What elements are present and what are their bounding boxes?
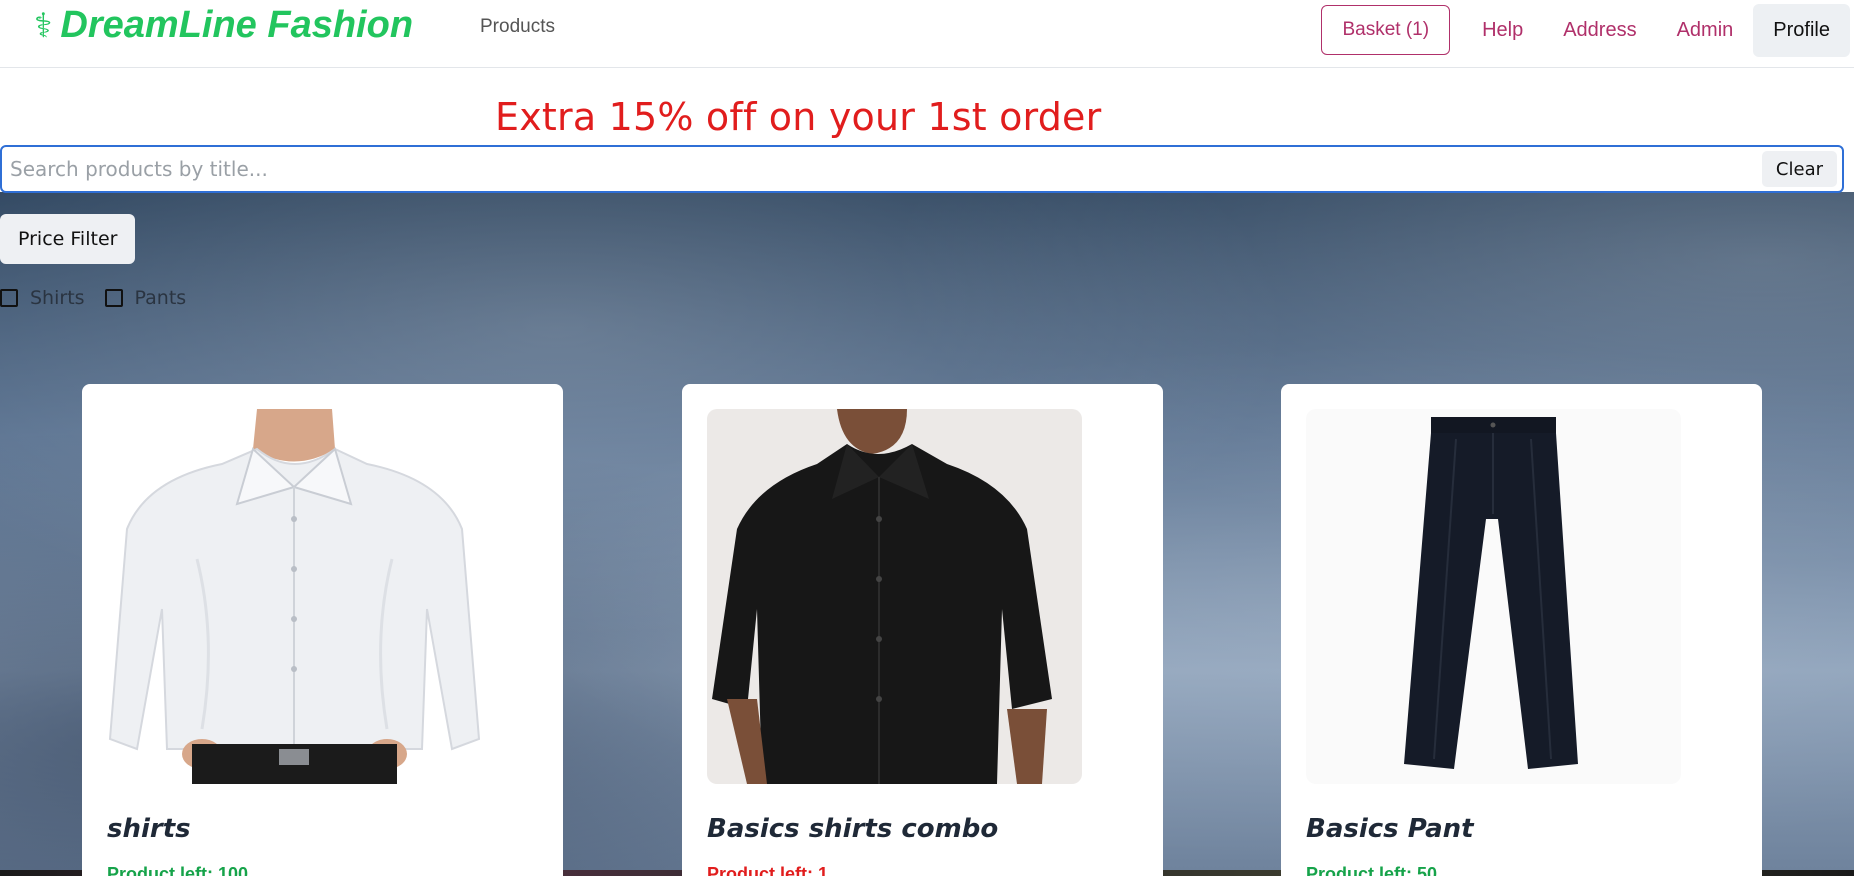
checkbox[interactable]: [0, 289, 18, 307]
product-image-black-shirt[interactable]: [707, 409, 1082, 784]
product-stock: Product left: 50: [1306, 864, 1438, 876]
nav-products-link[interactable]: Products: [480, 16, 555, 38]
price-filter-button[interactable]: Price Filter: [0, 214, 136, 264]
product-title[interactable]: Basics Pant: [1306, 814, 1474, 844]
nav-admin-link[interactable]: Admin: [1657, 5, 1754, 55]
product-title[interactable]: Basics shirts combo: [707, 814, 998, 844]
right-nav: Basket (1) Help Address Admin Profile: [1321, 0, 1854, 60]
category-filter-shirts[interactable]: Shirts: [0, 287, 85, 309]
checkbox[interactable]: [104, 289, 123, 307]
product-card[interactable]: Basics Pant Product left: 50: [1281, 384, 1762, 876]
clear-button[interactable]: Clear: [1761, 151, 1837, 187]
product-stock: Product left: 100: [107, 864, 249, 876]
brand-logo[interactable]: ⚕ DreamLine Fashion: [34, 4, 413, 47]
category-filters: Shirts Pants: [0, 287, 206, 309]
promo-banner: Extra 15% off on your 1st order: [495, 95, 1102, 139]
profile-button[interactable]: Profile: [1753, 3, 1850, 57]
category-label: Pants: [134, 287, 187, 309]
brand-name: DreamLine Fashion: [60, 4, 414, 46]
category-label: Shirts: [30, 287, 85, 309]
product-image-white-shirt[interactable]: [107, 409, 482, 784]
product-image-black-pants[interactable]: [1306, 409, 1681, 784]
caduceus-icon: ⚕: [34, 6, 53, 45]
search-input[interactable]: [2, 157, 1762, 181]
top-navbar: ⚕ DreamLine Fashion Products Basket (1) …: [0, 0, 1854, 68]
product-card[interactable]: shirts Product left: 100: [82, 384, 563, 876]
nav-help-link[interactable]: Help: [1462, 5, 1543, 55]
nav-address-link[interactable]: Address: [1543, 5, 1656, 55]
category-filter-pants[interactable]: Pants: [104, 287, 187, 309]
search-bar: Clear: [0, 145, 1844, 193]
product-title[interactable]: shirts: [107, 814, 191, 844]
basket-button[interactable]: Basket (1): [1321, 5, 1451, 55]
product-card[interactable]: Basics shirts combo Product left: 1: [682, 384, 1163, 876]
product-stock: Product left: 1: [707, 864, 829, 876]
